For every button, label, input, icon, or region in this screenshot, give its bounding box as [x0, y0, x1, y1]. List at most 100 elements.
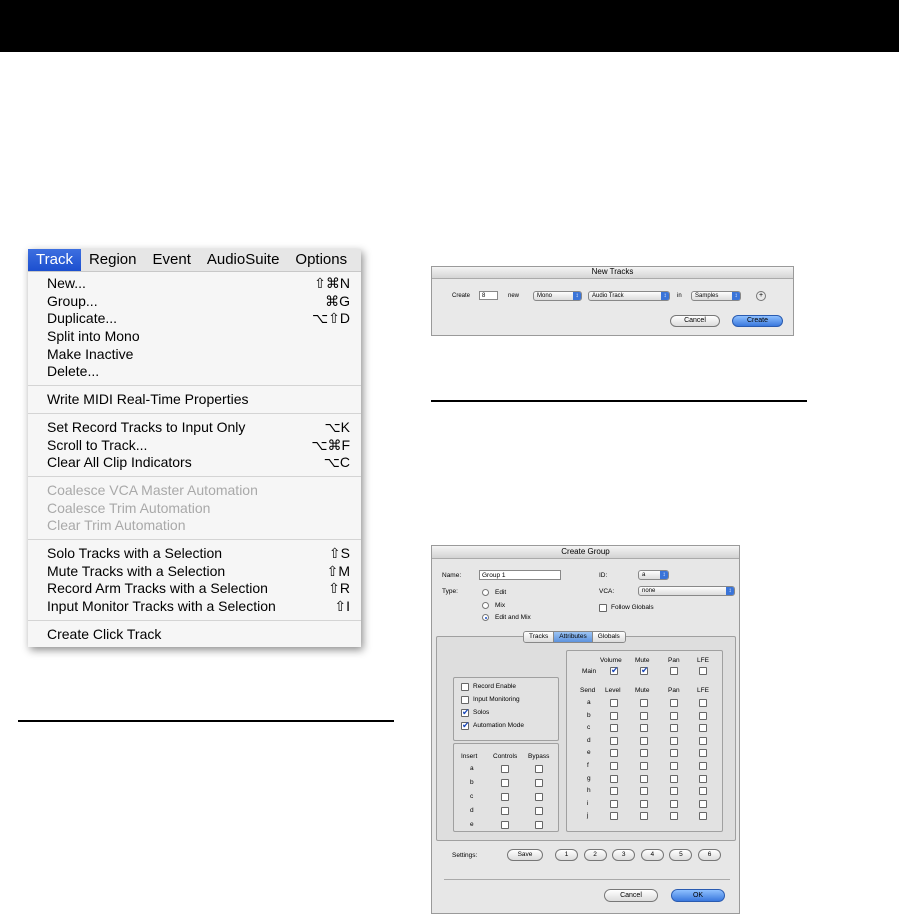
cancel-button[interactable]: Cancel: [604, 889, 658, 902]
main-checkbox[interactable]: [670, 667, 678, 675]
send-checkbox[interactable]: [640, 799, 648, 808]
group-name-field[interactable]: Group 1: [479, 570, 561, 580]
send-checkbox[interactable]: [640, 774, 648, 783]
preset-button[interactable]: 2: [583, 849, 607, 861]
send-checkbox[interactable]: [670, 711, 678, 720]
send-checkbox[interactable]: [670, 699, 678, 707]
send-checkbox[interactable]: [699, 812, 707, 821]
send-checkbox[interactable]: [610, 812, 618, 821]
send-checkbox[interactable]: [699, 699, 707, 707]
insert-checkbox[interactable]: [501, 793, 509, 801]
send-checkbox[interactable]: [699, 711, 707, 720]
insert-checkbox[interactable]: [501, 821, 509, 829]
preset-button[interactable]: 1: [555, 849, 578, 861]
send-checkbox[interactable]: [699, 749, 707, 758]
option-checkbox[interactable]: [461, 720, 470, 730]
menu-item[interactable]: Duplicate... ⌥⇧D: [28, 310, 361, 328]
send-checkbox[interactable]: [610, 749, 618, 758]
menu-item[interactable]: Delete...: [28, 363, 361, 381]
create-button[interactable]: Create: [732, 315, 783, 327]
menu-item[interactable]: Solo Tracks with a Selection ⇧S: [28, 545, 361, 563]
send-checkbox[interactable]: [670, 799, 678, 808]
send-checkbox[interactable]: [610, 711, 618, 720]
preset-button[interactable]: 3: [612, 849, 636, 861]
option-checkbox[interactable]: [461, 696, 469, 704]
menu-item[interactable]: New... ⇧⌘N: [28, 275, 361, 293]
menu-item[interactable]: Input Monitor Tracks with a Selection ⇧I: [28, 598, 361, 616]
send-checkbox[interactable]: [610, 787, 618, 796]
send-checkbox[interactable]: [640, 724, 648, 733]
send-checkbox[interactable]: [670, 787, 678, 796]
menu-item[interactable]: Write MIDI Real-Time Properties: [28, 391, 361, 409]
format-popup[interactable]: Mono ↕: [533, 291, 582, 301]
insert-checkbox[interactable]: [535, 821, 543, 829]
option-checkbox[interactable]: [461, 683, 469, 691]
insert-checkbox[interactable]: [535, 779, 543, 787]
insert-checkbox[interactable]: [535, 807, 543, 815]
insert-checkbox[interactable]: [535, 765, 543, 773]
send-checkbox[interactable]: [699, 787, 707, 796]
send-checkbox[interactable]: [699, 799, 707, 808]
option-checkbox[interactable]: [461, 707, 470, 717]
menu-item[interactable]: Make Inactive: [28, 346, 361, 364]
send-checkbox[interactable]: [610, 762, 618, 770]
menu-item[interactable]: Scroll to Track... ⌥⌘F: [28, 437, 361, 455]
main-checkbox[interactable]: [610, 665, 619, 675]
send-checkbox[interactable]: [670, 749, 678, 758]
save-button[interactable]: Save: [507, 849, 543, 861]
menu-item[interactable]: Split into Mono: [28, 328, 361, 346]
send-checkbox[interactable]: [610, 724, 618, 733]
insert-checkbox[interactable]: [501, 779, 509, 787]
preset-button[interactable]: 4: [640, 849, 664, 861]
id-popup[interactable]: a ↕: [638, 570, 669, 580]
send-checkbox[interactable]: [610, 699, 618, 707]
track-type-popup[interactable]: Audio Track ↕: [588, 291, 670, 301]
menu-track[interactable]: Track: [28, 249, 81, 271]
send-checkbox[interactable]: [670, 774, 678, 783]
main-checkbox[interactable]: [640, 665, 649, 675]
cancel-button[interactable]: Cancel: [670, 315, 720, 327]
ok-button[interactable]: OK: [671, 889, 725, 902]
menu-item[interactable]: Mute Tracks with a Selection ⇧M: [28, 563, 361, 581]
menu-item[interactable]: Clear All Clip Indicators ⌥C: [28, 454, 361, 472]
menu-item[interactable]: Group... ⌘G: [28, 293, 361, 311]
vca-popup[interactable]: none ↕: [638, 586, 735, 596]
send-checkbox[interactable]: [670, 762, 678, 770]
insert-checkbox[interactable]: [501, 765, 509, 773]
send-checkbox[interactable]: [670, 812, 678, 821]
main-checkbox[interactable]: [699, 667, 707, 675]
send-checkbox[interactable]: [610, 799, 618, 808]
track-count-field[interactable]: 8: [479, 291, 498, 300]
menu-region[interactable]: Region: [81, 249, 145, 271]
send-checkbox[interactable]: [699, 736, 707, 745]
send-checkbox[interactable]: [640, 699, 648, 707]
type-edit-and-mix-radio[interactable]: [482, 614, 489, 621]
send-checkbox[interactable]: [699, 762, 707, 770]
menu-event[interactable]: Event: [145, 249, 199, 271]
menu-item[interactable]: Record Arm Tracks with a Selection ⇧R: [28, 580, 361, 598]
type-mix-radio[interactable]: [482, 602, 489, 609]
send-checkbox[interactable]: [610, 736, 618, 745]
send-checkbox[interactable]: [610, 774, 618, 783]
menu-item[interactable]: Set Record Tracks to Input Only ⌥K: [28, 419, 361, 437]
send-checkbox[interactable]: [640, 711, 648, 720]
send-checkbox[interactable]: [640, 812, 648, 821]
send-checkbox[interactable]: [640, 787, 648, 796]
add-row-icon[interactable]: +: [756, 291, 766, 301]
timebase-popup[interactable]: Samples ↕: [691, 291, 741, 301]
insert-checkbox[interactable]: [535, 793, 543, 801]
insert-checkbox[interactable]: [501, 807, 509, 815]
tab-attributes[interactable]: Attributes: [554, 632, 593, 642]
tab-tracks[interactable]: Tracks: [524, 632, 555, 642]
send-checkbox[interactable]: [670, 736, 678, 745]
menu-audiosuite[interactable]: AudioSuite: [199, 249, 288, 271]
follow-globals-checkbox[interactable]: [599, 604, 607, 612]
tab-globals[interactable]: Globals: [592, 632, 625, 642]
preset-button[interactable]: 5: [669, 849, 693, 861]
menu-item[interactable]: Create Click Track: [28, 626, 361, 644]
menu-options[interactable]: Options: [287, 249, 355, 271]
preset-button[interactable]: 6: [698, 849, 721, 861]
send-checkbox[interactable]: [699, 774, 707, 783]
send-checkbox[interactable]: [640, 736, 648, 745]
type-edit-radio[interactable]: [482, 589, 489, 596]
